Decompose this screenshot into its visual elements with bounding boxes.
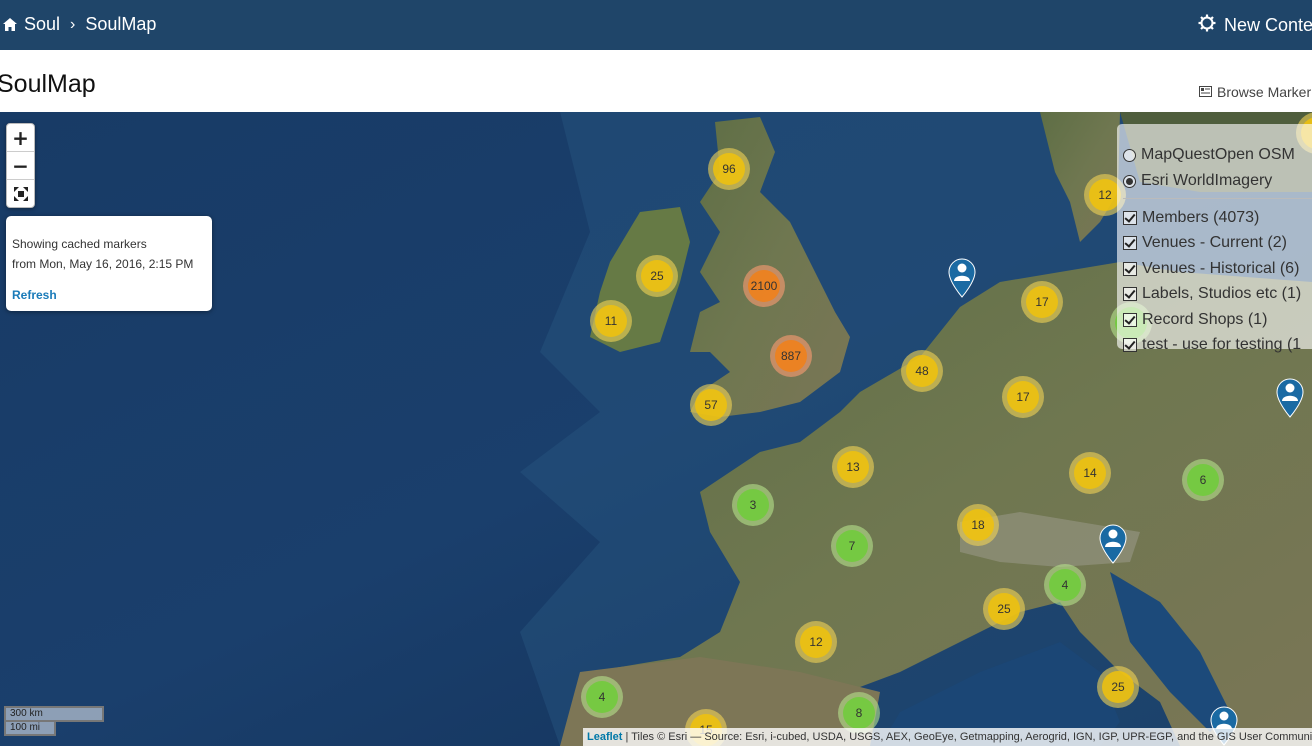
overlay-option[interactable]: Record Shops (1) [1123, 311, 1267, 329]
member-pin-icon[interactable] [948, 258, 976, 298]
list-icon [1199, 84, 1212, 100]
marker-cluster[interactable]: 25 [1097, 666, 1139, 708]
home-icon[interactable] [2, 17, 18, 32]
base-layer-label: Esri WorldImagery [1141, 172, 1273, 189]
cluster-count: 25 [641, 260, 673, 292]
browse-markers-label: Browse Marker [1217, 84, 1312, 100]
cluster-count: 18 [962, 509, 994, 541]
zoom-control: + − [6, 123, 35, 208]
marker-cluster[interactable]: 3 [732, 484, 774, 526]
layer-control-panel: MapQuestOpen OSM Esri WorldImagery Membe… [1117, 124, 1312, 353]
new-content-label: New Conte [1224, 15, 1312, 35]
cluster-count: 12 [800, 626, 832, 658]
overlay-label: Venues - Current (2) [1142, 234, 1287, 251]
marker-cluster[interactable]: 887 [770, 335, 812, 377]
attribution-text: | Tiles © Esri — Source: Esri, i-cubed, … [622, 731, 1312, 743]
marker-cluster[interactable]: 2100 [743, 265, 785, 307]
marker-cluster[interactable]: 4 [1044, 564, 1086, 606]
cluster-count: 25 [988, 593, 1020, 625]
cluster-count: 14 [1074, 457, 1106, 489]
cache-info-line1: Showing cached markers [12, 237, 147, 251]
member-pin-icon[interactable] [1276, 378, 1304, 418]
cluster-count: 3 [737, 489, 769, 521]
marker-cluster[interactable]: 6 [1182, 459, 1224, 501]
cluster-count: 887 [775, 340, 807, 372]
new-content-button[interactable]: New Conte [1198, 14, 1312, 37]
cluster-count: 25 [1102, 671, 1134, 703]
marker-cluster[interactable]: 48 [901, 350, 943, 392]
cluster-count: 8 [843, 697, 875, 729]
overlay-label: test - use for testing (1 [1142, 336, 1302, 353]
marker-cluster[interactable]: 11 [590, 300, 632, 342]
cluster-count: 4 [586, 681, 618, 713]
scale-mi: 100 mi [4, 722, 56, 736]
page-title: SoulMap [0, 70, 96, 98]
map-attribution: Leaflet | Tiles © Esri — Source: Esri, i… [583, 728, 1312, 746]
overlay-label: Venues - Historical (6) [1142, 260, 1300, 277]
fullscreen-icon [13, 186, 28, 201]
marker-cluster[interactable]: 25 [636, 255, 678, 297]
breadcrumb: Soul › SoulMap [2, 14, 156, 35]
overlay-label: Members (4073) [1142, 209, 1260, 226]
top-nav-bar: Soul › SoulMap New Conte [0, 0, 1312, 50]
cache-info-line2: from Mon, May 16, 2016, 2:15 PM [12, 257, 194, 271]
checkbox[interactable] [1123, 262, 1137, 276]
marker-cluster[interactable]: 4 [581, 676, 623, 718]
zoom-in-button[interactable]: + [7, 124, 34, 152]
marker-cluster[interactable]: 57 [690, 384, 732, 426]
marker-cluster[interactable]: 12 [795, 621, 837, 663]
base-layer-label: MapQuestOpen OSM [1141, 146, 1295, 163]
member-pin-icon[interactable] [1099, 524, 1127, 564]
overlay-option[interactable]: Venues - Historical (6) [1123, 260, 1299, 278]
map-canvas[interactable]: 96 25 2100 11 887 57 48 17 17 12 14 13 3… [0, 112, 1312, 746]
base-layer-option[interactable]: MapQuestOpen OSM [1123, 146, 1295, 164]
cluster-count: 13 [837, 451, 869, 483]
cluster-count: 57 [695, 389, 727, 421]
marker-cluster[interactable]: 13 [832, 446, 874, 488]
checkbox[interactable] [1123, 211, 1137, 225]
checkbox[interactable] [1123, 287, 1137, 301]
zoom-out-button[interactable]: − [7, 152, 34, 180]
overlay-option[interactable]: Venues - Current (2) [1123, 234, 1287, 252]
cluster-count: 2100 [748, 270, 780, 302]
marker-cluster[interactable]: 25 [983, 588, 1025, 630]
radio-button[interactable] [1123, 148, 1136, 162]
cluster-count: 17 [1007, 381, 1039, 413]
cluster-count: 48 [906, 355, 938, 387]
cluster-count: 6 [1187, 464, 1219, 496]
gear-icon [1198, 14, 1216, 37]
leaflet-link[interactable]: Leaflet [587, 731, 622, 743]
radio-button[interactable] [1123, 174, 1136, 188]
overlay-option[interactable]: test - use for testing (1 [1123, 336, 1301, 354]
marker-cluster[interactable]: 18 [957, 504, 999, 546]
fullscreen-button[interactable] [7, 180, 34, 207]
checkbox[interactable] [1123, 313, 1137, 327]
cluster-count: 11 [595, 305, 627, 337]
overlay-label: Record Shops (1) [1142, 311, 1268, 328]
marker-cluster[interactable]: 17 [1021, 281, 1063, 323]
browse-markers-link[interactable]: Browse Marker [1199, 84, 1311, 100]
marker-cluster[interactable]: 17 [1002, 376, 1044, 418]
cluster-count: 7 [836, 530, 868, 562]
breadcrumb-current[interactable]: SoulMap [85, 14, 156, 35]
title-row [0, 50, 1312, 112]
checkbox[interactable] [1123, 338, 1137, 352]
cluster-count: 96 [713, 153, 745, 185]
checkbox[interactable] [1123, 236, 1137, 250]
chevron-right-icon: › [70, 15, 76, 33]
marker-cluster[interactable]: 14 [1069, 452, 1111, 494]
breadcrumb-home-link[interactable]: Soul [24, 14, 60, 35]
marker-cluster[interactable]: 7 [831, 525, 873, 567]
cluster-count: 4 [1049, 569, 1081, 601]
overlay-option[interactable]: Labels, Studios etc (1) [1123, 285, 1301, 303]
overlay-option[interactable]: Members (4073) [1123, 209, 1259, 227]
scale-km: 300 km [4, 706, 104, 722]
overlay-label: Labels, Studios etc (1) [1142, 285, 1302, 302]
layer-divider [1123, 198, 1312, 199]
cluster-count: 17 [1026, 286, 1058, 318]
cache-info-popup: Showing cached markers from Mon, May 16,… [6, 216, 212, 311]
base-layer-option[interactable]: Esri WorldImagery [1123, 172, 1272, 190]
refresh-link[interactable]: Refresh [12, 288, 57, 302]
marker-cluster[interactable]: 96 [708, 148, 750, 190]
